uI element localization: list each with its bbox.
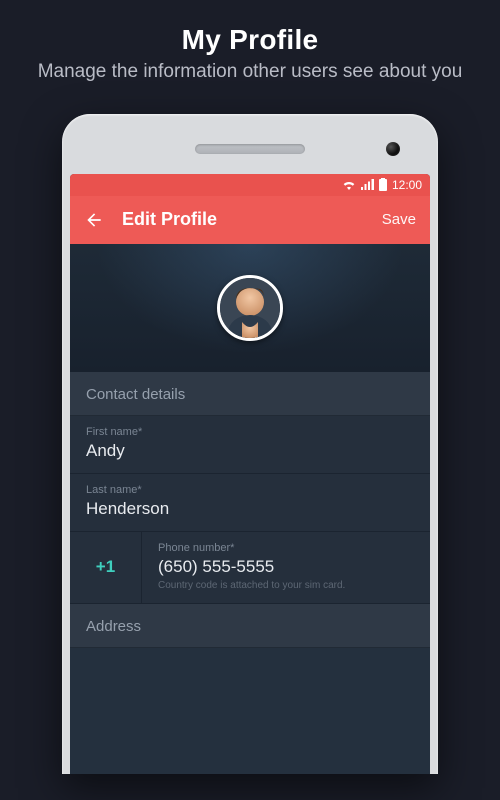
wifi-icon <box>342 179 356 190</box>
battery-icon <box>379 178 387 191</box>
last-name-field[interactable]: Last name* Henderson <box>70 474 430 532</box>
promo-header: My Profile Manage the information other … <box>0 0 500 102</box>
section-address: Address <box>70 604 430 648</box>
status-time: 12:00 <box>392 178 422 192</box>
first-name-field[interactable]: First name* Andy <box>70 416 430 474</box>
phone-number-hint: Country code is attached to your sim car… <box>158 580 414 591</box>
first-name-value: Andy <box>86 441 414 461</box>
app-bar: Edit Profile Save <box>70 196 430 244</box>
phone-front-camera <box>386 142 400 156</box>
profile-hero <box>70 244 430 372</box>
phone-top-bezel <box>70 122 430 174</box>
last-name-label: Last name* <box>86 484 414 496</box>
country-code-field[interactable]: +1 <box>70 532 142 603</box>
first-name-label: First name* <box>86 426 414 438</box>
signal-icon <box>361 179 374 190</box>
profile-avatar[interactable] <box>217 275 283 341</box>
promo-subtitle: Manage the information other users see a… <box>30 60 470 84</box>
last-name-value: Henderson <box>86 499 414 519</box>
phone-number-value: (650) 555-5555 <box>158 557 414 577</box>
phone-frame: 12:00 Edit Profile Save <box>62 114 438 774</box>
back-button[interactable] <box>84 210 104 230</box>
section-contact-details: Contact details <box>70 372 430 416</box>
status-bar: 12:00 <box>70 174 430 196</box>
phone-number-field[interactable]: Phone number* (650) 555-5555 Country cod… <box>142 532 430 603</box>
phone-speaker <box>195 144 305 154</box>
appbar-title: Edit Profile <box>122 209 382 230</box>
save-button[interactable]: Save <box>382 211 416 228</box>
phone-number-label: Phone number* <box>158 542 414 554</box>
promo-title: My Profile <box>30 24 470 56</box>
phone-screen: 12:00 Edit Profile Save <box>70 174 430 774</box>
avatar-image <box>220 278 280 338</box>
phone-row: +1 Phone number* (650) 555-5555 Country … <box>70 532 430 604</box>
